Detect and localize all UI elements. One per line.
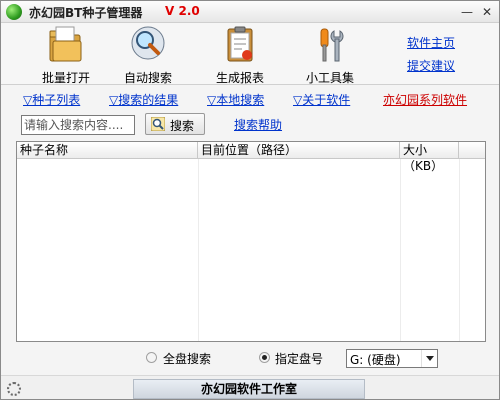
column-divider	[198, 159, 199, 341]
folder-icon	[48, 25, 84, 65]
table-header: 种子名称 目前位置（路径） 大小（KB）	[17, 142, 485, 173]
app-logo-icon	[6, 4, 22, 20]
tab-bar: ▽种子列表 ▽搜索的结果 ▽本地搜索 ▽关于软件 亦幻园系列软件	[1, 89, 499, 109]
tab-seed-list[interactable]: ▽种子列表	[23, 91, 80, 108]
search-button[interactable]: 搜索	[145, 113, 205, 135]
tools-label: 小工具集	[305, 71, 354, 85]
tab-search-results[interactable]: ▽搜索的结果	[109, 91, 178, 108]
tools-icon	[312, 25, 348, 65]
auto-search-button[interactable]: 自动搜索	[113, 25, 183, 85]
specified-disk-label[interactable]: 指定盘号	[275, 350, 323, 367]
tab-about[interactable]: ▽关于软件	[293, 91, 350, 108]
magnifier-icon	[130, 25, 166, 65]
tab-local-search[interactable]: ▽本地搜索	[207, 91, 264, 108]
column-current-path[interactable]: 目前位置（路径）	[198, 142, 400, 159]
tab-series-software[interactable]: 亦幻园系列软件	[383, 91, 467, 108]
search-button-label: 搜索	[170, 119, 195, 133]
full-disk-search-label[interactable]: 全盘搜索	[163, 350, 211, 367]
search-input[interactable]: 请输入搜索内容....	[21, 115, 135, 135]
chevron-down-icon[interactable]	[421, 350, 437, 367]
window-title: 亦幻园BT种子管理器	[29, 6, 143, 20]
column-divider	[400, 159, 401, 341]
title-bar[interactable]: 亦幻园BT种子管理器 V 2.0 — ✕	[1, 1, 499, 23]
specified-disk-radio[interactable]	[259, 352, 270, 363]
search-icon	[150, 116, 166, 132]
full-disk-search-radio[interactable]	[146, 352, 157, 363]
minimize-button[interactable]: —	[459, 5, 475, 19]
drive-select-value: G: (硬盘)	[350, 353, 401, 367]
software-home-link[interactable]: 软件主页	[407, 34, 455, 51]
drive-select[interactable]: G: (硬盘)	[346, 349, 438, 368]
submit-suggestion-link[interactable]: 提交建议	[407, 57, 455, 74]
version-label: V 2.0	[165, 4, 200, 18]
column-size[interactable]: 大小（KB）	[400, 142, 459, 173]
tools-button[interactable]: 小工具集	[295, 25, 365, 85]
batch-open-label: 批量打开	[41, 71, 90, 85]
loading-spinner-icon	[7, 382, 21, 396]
batch-open-button[interactable]: 批量打开	[31, 25, 101, 85]
status-bar: 亦幻园软件工作室	[1, 375, 499, 399]
search-help-link[interactable]: 搜索帮助	[234, 116, 282, 133]
clipboard-icon	[222, 25, 258, 65]
generate-report-button[interactable]: 生成报表	[205, 25, 275, 85]
toolbar: 批量打开 自动搜索 生成报表 小工具集 软件主页 提交建议	[1, 23, 499, 85]
column-divider	[459, 159, 460, 341]
seed-list-table[interactable]: 种子名称 目前位置（路径） 大小（KB）	[16, 141, 486, 342]
auto-search-label: 自动搜索	[123, 71, 172, 85]
column-seed-name[interactable]: 种子名称	[17, 142, 198, 159]
app-window: 亦幻园BT种子管理器 V 2.0 — ✕ 批量打开 自动搜索 生成报表 小工具集…	[0, 0, 500, 400]
studio-banner[interactable]: 亦幻园软件工作室	[133, 379, 365, 399]
generate-report-label: 生成报表	[215, 71, 264, 85]
close-button[interactable]: ✕	[479, 5, 495, 19]
